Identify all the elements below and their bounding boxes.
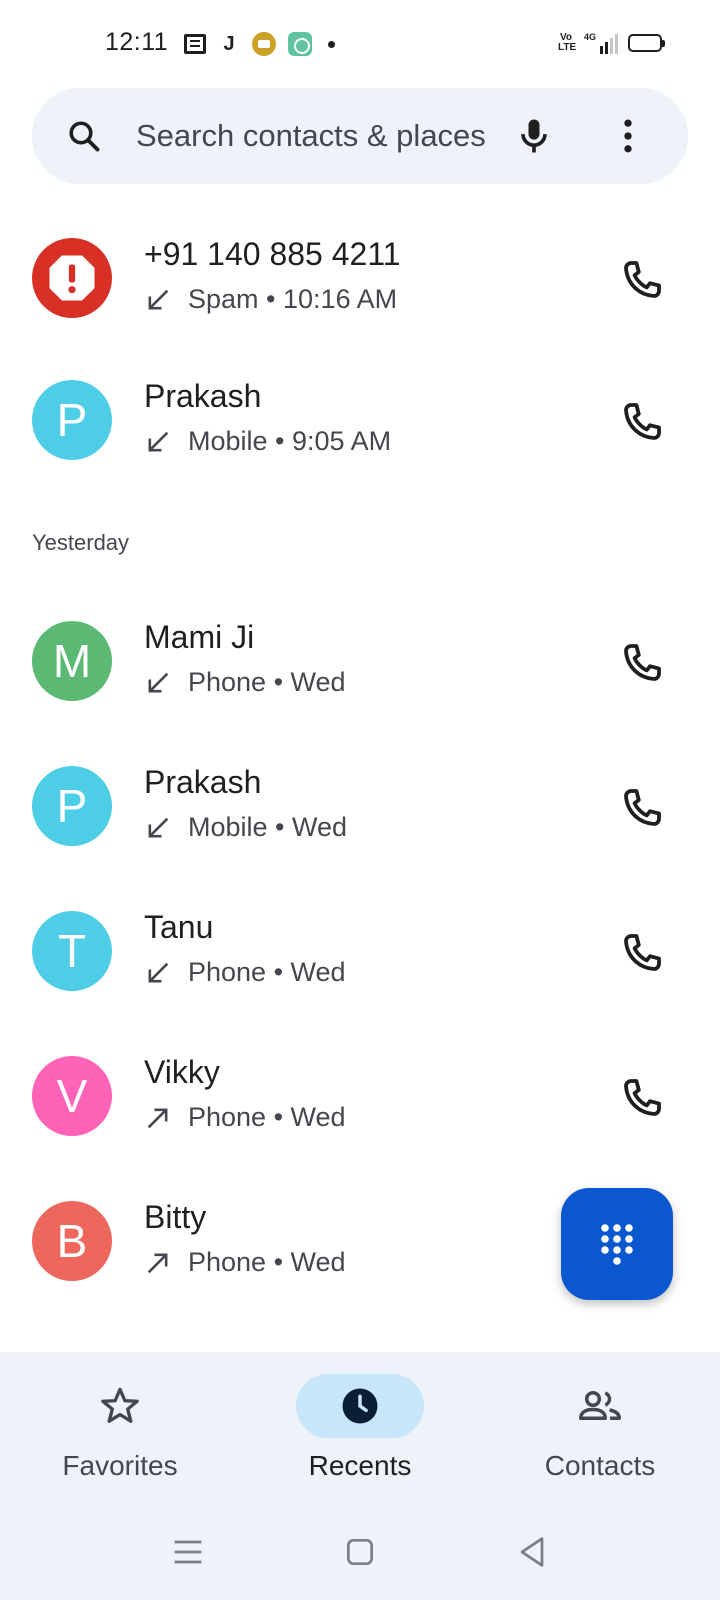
people-icon: [579, 1390, 621, 1420]
caller-name: Prakash: [144, 764, 262, 800]
tab-favorites[interactable]: Favorites: [20, 1374, 220, 1494]
call-time: Wed: [290, 667, 346, 697]
call-type: Spam: [188, 284, 259, 314]
section-header-yesterday: Yesterday: [32, 530, 130, 555]
separator: •: [258, 284, 284, 314]
clock-icon: [342, 1388, 378, 1424]
caller-name: +91 140 885 4211: [144, 236, 401, 272]
call-details: Phone • Wed: [144, 667, 346, 698]
phone-icon[interactable]: [618, 639, 666, 687]
spam-warning-icon: [49, 255, 95, 301]
network-type-label: 4G: [583, 32, 596, 42]
spam-avatar: [32, 238, 112, 318]
system-status-icons: Vo LTE 4G: [557, 32, 665, 54]
call-received-icon: [148, 289, 169, 309]
call-received-icon: [148, 817, 169, 837]
call-received-icon: [148, 962, 169, 982]
avatar: V: [32, 1056, 112, 1136]
caller-name: Prakash: [144, 378, 262, 414]
call-type: Phone: [188, 1102, 267, 1132]
back-icon[interactable]: [512, 1532, 552, 1572]
tab-recents[interactable]: Recents: [260, 1374, 460, 1494]
more-notifications-dot-icon: [328, 40, 335, 48]
contacts-icon-container: [536, 1374, 664, 1438]
caller-name: Tanu: [144, 909, 214, 945]
call-details: Phone • Wed: [144, 1102, 346, 1133]
call-log-row[interactable]: P Prakash Mobile • 9:05 AM: [0, 354, 720, 484]
tab-contacts-label: Contacts: [544, 1450, 656, 1481]
avatar: P: [32, 766, 112, 846]
more-vert-icon[interactable]: [606, 114, 650, 158]
status-bar: 12:11 J Vo LTE 4G: [0, 0, 720, 90]
call-details: Spam • 10:16 AM: [144, 284, 397, 315]
separator: •: [266, 667, 291, 697]
search-icon: [69, 121, 100, 152]
avatar: B: [32, 1201, 112, 1281]
jio-notification-icon: J: [223, 32, 235, 55]
search-input[interactable]: Search contacts & places: [136, 118, 486, 154]
call-log-row[interactable]: M Mami Ji Phone • Wed: [0, 595, 720, 725]
call-received-icon: [148, 672, 169, 692]
star-icon: [101, 1387, 139, 1423]
avatar: T: [32, 911, 112, 991]
call-time: Wed: [290, 1247, 346, 1277]
call-details: Mobile • Wed: [144, 812, 347, 843]
call-details: Mobile • 9:05 AM: [144, 426, 391, 457]
separator: •: [267, 426, 293, 456]
call-made-icon: [147, 1108, 168, 1128]
call-log-row[interactable]: P Prakash Mobile • Wed: [0, 740, 720, 870]
menu-icon[interactable]: [168, 1532, 208, 1572]
dialpad-icon: [601, 1224, 633, 1265]
separator: •: [266, 1102, 291, 1132]
phone-icon[interactable]: [618, 784, 666, 832]
avatar: P: [32, 380, 112, 460]
call-type: Phone: [188, 957, 267, 987]
phone-icon[interactable]: [618, 256, 666, 304]
call-time: Wed: [290, 957, 346, 987]
phone-icon[interactable]: [618, 929, 666, 977]
phone-icon[interactable]: [618, 398, 666, 446]
call-log-row[interactable]: V Vikky Phone • Wed: [0, 1030, 720, 1160]
news-notification-icon: [184, 34, 206, 54]
separator: •: [266, 957, 291, 987]
tab-favorites-label: Favorites: [62, 1450, 178, 1481]
call-time: 10:16 AM: [283, 284, 398, 314]
tab-contacts[interactable]: Contacts: [500, 1374, 700, 1494]
caller-name: Vikky: [144, 1054, 220, 1090]
call-details: Phone • Wed: [144, 1247, 346, 1278]
wallet-notification-icon: [252, 32, 276, 56]
battery-icon: [628, 34, 665, 52]
volte-icon: Vo LTE: [557, 32, 577, 53]
caller-name: Mami Ji: [144, 619, 255, 655]
call-type: Phone: [188, 1247, 267, 1277]
call-received-icon: [148, 431, 169, 451]
call-log-row[interactable]: +91 140 885 4211 Spam • 10:16 AM: [0, 212, 720, 342]
status-time: 12:11: [105, 28, 169, 56]
tab-recents-label: Recents: [308, 1450, 412, 1481]
call-log-row[interactable]: T Tanu Phone • Wed: [0, 885, 720, 1015]
separator: •: [266, 1247, 291, 1277]
call-type: Mobile: [188, 812, 268, 842]
call-made-icon: [147, 1253, 168, 1273]
notification-icons: J: [184, 32, 335, 56]
home-icon[interactable]: [340, 1532, 380, 1572]
call-time: 9:05 AM: [292, 426, 392, 456]
separator: •: [267, 812, 293, 842]
system-navigation-bar: [0, 1520, 720, 1590]
recents-icon-container: [296, 1374, 424, 1438]
phone-icon[interactable]: [618, 1074, 666, 1122]
call-details: Phone • Wed: [144, 957, 346, 988]
call-time: Wed: [290, 1102, 346, 1132]
dialpad-button[interactable]: [561, 1188, 673, 1300]
avatar: M: [32, 621, 112, 701]
call-type: Mobile: [188, 426, 268, 456]
upload-notification-icon: [288, 32, 312, 56]
call-type: Phone: [188, 667, 267, 697]
call-time: Wed: [292, 812, 348, 842]
signal-icon: 4G: [584, 32, 618, 54]
favorites-icon-container: [56, 1374, 184, 1438]
caller-name: Bitty: [144, 1199, 207, 1235]
search-bar[interactable]: Search contacts & places: [32, 88, 688, 184]
mic-icon[interactable]: [512, 114, 556, 158]
